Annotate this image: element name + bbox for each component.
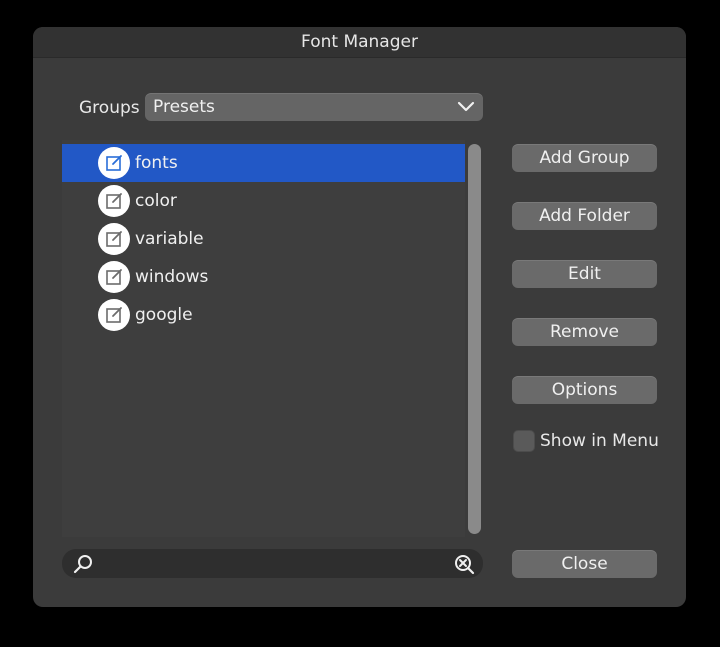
list-item[interactable]: variable — [62, 220, 465, 258]
chevron-down-icon — [457, 101, 475, 112]
list-scrollbar[interactable] — [468, 144, 481, 534]
groups-dropdown-value: Presets — [153, 97, 215, 117]
edit-button[interactable]: Edit — [512, 260, 657, 288]
list-item-label: windows — [135, 267, 209, 287]
list-item-label: fonts — [135, 153, 178, 173]
list-item[interactable]: windows — [62, 258, 465, 296]
edit-icon[interactable] — [98, 223, 130, 255]
edit-icon[interactable] — [98, 299, 130, 331]
list-item[interactable]: google — [62, 296, 465, 334]
list-item-label: variable — [135, 229, 204, 249]
window-title: Font Manager — [33, 27, 686, 58]
zoom-clear-icon[interactable] — [453, 553, 475, 575]
font-manager-window: Font Manager Groups Presets fonts color … — [33, 27, 686, 607]
search-input[interactable] — [98, 549, 442, 580]
groups-list[interactable]: fonts color variable windows google — [62, 140, 465, 537]
list-item-label: color — [135, 191, 177, 211]
show-in-menu-option[interactable]: Show in Menu — [512, 428, 682, 454]
add-folder-button[interactable]: Add Folder — [512, 202, 657, 230]
list-item-label: google — [135, 305, 193, 325]
edit-icon[interactable] — [98, 185, 130, 217]
close-button[interactable]: Close — [512, 550, 657, 578]
groups-label: Groups — [79, 98, 140, 118]
show-in-menu-label: Show in Menu — [540, 431, 659, 451]
add-group-button[interactable]: Add Group — [512, 144, 657, 172]
search-icon — [73, 555, 92, 574]
search-field[interactable] — [62, 549, 483, 580]
edit-icon[interactable] — [98, 261, 130, 293]
list-item[interactable]: color — [62, 182, 465, 220]
edit-icon[interactable] — [98, 147, 130, 179]
remove-button[interactable]: Remove — [512, 318, 657, 346]
options-button[interactable]: Options — [512, 376, 657, 404]
show-in-menu-checkbox[interactable] — [513, 430, 535, 452]
list-item[interactable]: fonts — [62, 144, 465, 182]
groups-dropdown[interactable]: Presets — [145, 93, 483, 121]
